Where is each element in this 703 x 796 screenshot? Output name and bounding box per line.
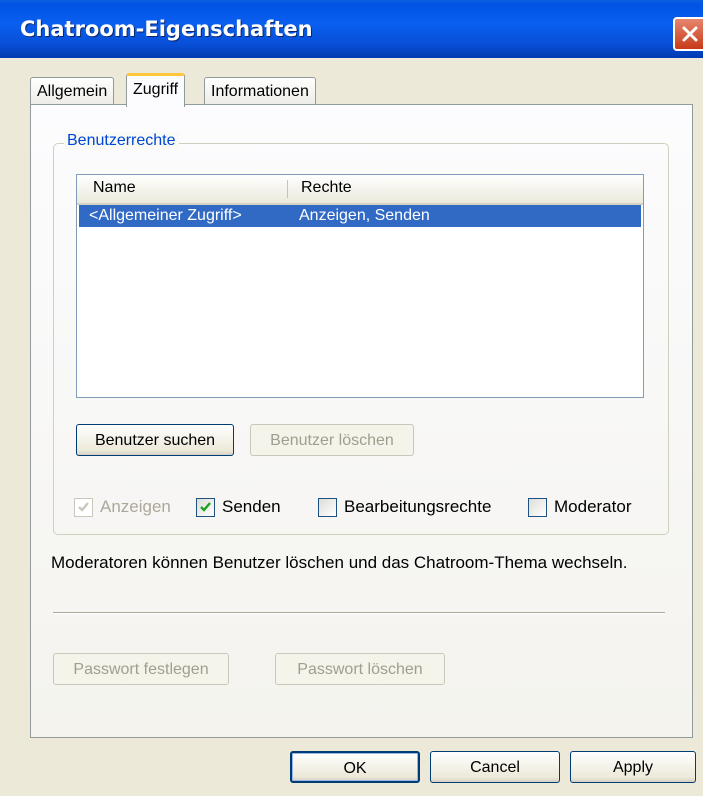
anzeigen-label: Anzeigen: [100, 497, 171, 516]
moderator-label: Moderator: [554, 497, 632, 516]
tab-allgemein[interactable]: Allgemein: [30, 77, 115, 106]
divider: [53, 612, 665, 614]
column-header-name[interactable]: Name: [93, 179, 136, 197]
find-user-button[interactable]: Benutzer suchen: [76, 424, 234, 456]
dialog-window: Chatroom-Eigenschaften Allgemein Zugriff…: [0, 0, 703, 796]
cancel-button[interactable]: Cancel: [430, 751, 560, 783]
bearbeitungsrechte-checkbox-box[interactable]: [318, 498, 337, 517]
column-divider[interactable]: [287, 180, 288, 198]
delete-user-button[interactable]: Benutzer löschen: [250, 424, 414, 456]
bearbeitungsrechte-label: Bearbeitungsrechte: [344, 497, 492, 516]
list-item[interactable]: <Allgemeiner Zugriff> Anzeigen, Senden: [79, 205, 641, 227]
list-item-rights: Anzeigen, Senden: [299, 207, 430, 224]
checkmark-icon: [200, 502, 211, 512]
permissions-groupbox: Benutzerrechte Name Rechte <Allgemeiner …: [53, 132, 669, 535]
moderator-checkbox-box[interactable]: [528, 498, 547, 517]
close-button[interactable]: [673, 17, 703, 51]
moderator-info-text: Moderatoren können Benutzer löschen und …: [51, 553, 628, 572]
window-title: Chatroom-Eigenschaften: [20, 17, 313, 41]
ok-button[interactable]: OK: [290, 751, 420, 783]
permissions-list[interactable]: Name Rechte <Allgemeiner Zugriff> Anzeig…: [76, 174, 644, 398]
set-password-button[interactable]: Passwort festlegen: [53, 653, 229, 685]
anzeigen-checkbox-box[interactable]: [74, 498, 93, 517]
list-item-name: <Allgemeiner Zugriff>: [89, 207, 242, 224]
apply-button[interactable]: Apply: [570, 751, 696, 783]
checkmark-icon: [78, 502, 89, 512]
senden-checkbox-box[interactable]: [196, 498, 215, 517]
tab-zugriff[interactable]: Zugriff: [126, 73, 186, 107]
senden-label: Senden: [222, 497, 281, 516]
title-bar[interactable]: Chatroom-Eigenschaften: [0, 0, 703, 58]
close-icon: [682, 26, 698, 42]
delete-password-button[interactable]: Passwort löschen: [275, 653, 445, 685]
list-header: Name Rechte: [77, 175, 643, 205]
tab-informationen[interactable]: Informationen: [204, 77, 316, 106]
permissions-group-label: Benutzerrechte: [64, 132, 179, 150]
column-header-rechte[interactable]: Rechte: [301, 179, 352, 197]
tab-panel-zugriff: Benutzerrechte Name Rechte <Allgemeiner …: [30, 104, 693, 738]
